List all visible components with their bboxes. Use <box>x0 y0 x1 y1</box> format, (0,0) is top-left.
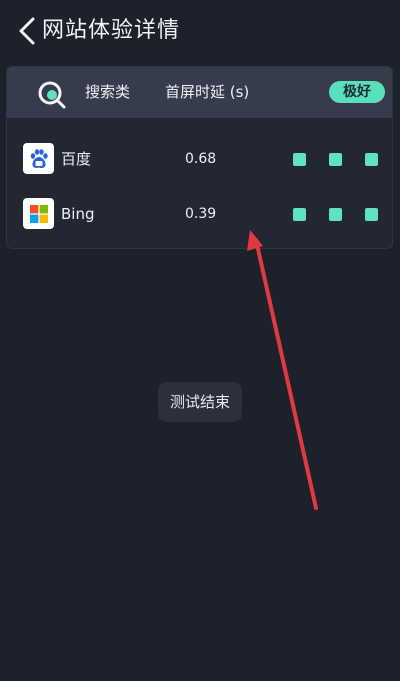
signal-indicator <box>365 208 378 221</box>
latency-value: 0.39 <box>185 206 217 222</box>
signal-indicator <box>365 153 378 166</box>
table-row[interactable]: Bing 0.39 <box>7 194 392 234</box>
results-card-header: 搜索类 首屏时延 (s) 极好 <box>7 67 392 118</box>
signal-indicator <box>329 208 342 221</box>
latency-value: 0.68 <box>185 151 217 167</box>
site-name: 百度 <box>61 150 92 168</box>
search-icon <box>38 81 66 109</box>
chevron-left-icon <box>19 17 35 45</box>
toast-message: 测试结束 <box>158 382 242 422</box>
signal-indicator <box>329 153 342 166</box>
back-button[interactable] <box>14 14 40 48</box>
site-name: Bing <box>61 205 95 223</box>
column-header-category: 搜索类 <box>85 83 131 101</box>
page-title: 网站体验详情 <box>42 18 181 43</box>
results-card: 搜索类 首屏时延 (s) 极好 百度 0.68 Bing 0.39 <box>6 66 393 249</box>
column-header-latency: 首屏时延 (s) <box>165 83 250 101</box>
rating-badge: 极好 <box>329 81 385 103</box>
microsoft-logo-icon <box>23 198 54 229</box>
top-bar: 网站体验详情 <box>0 0 400 62</box>
baidu-logo-icon <box>23 143 54 174</box>
signal-indicator <box>293 208 306 221</box>
table-row[interactable]: 百度 0.68 <box>7 139 392 179</box>
signal-indicator <box>293 153 306 166</box>
